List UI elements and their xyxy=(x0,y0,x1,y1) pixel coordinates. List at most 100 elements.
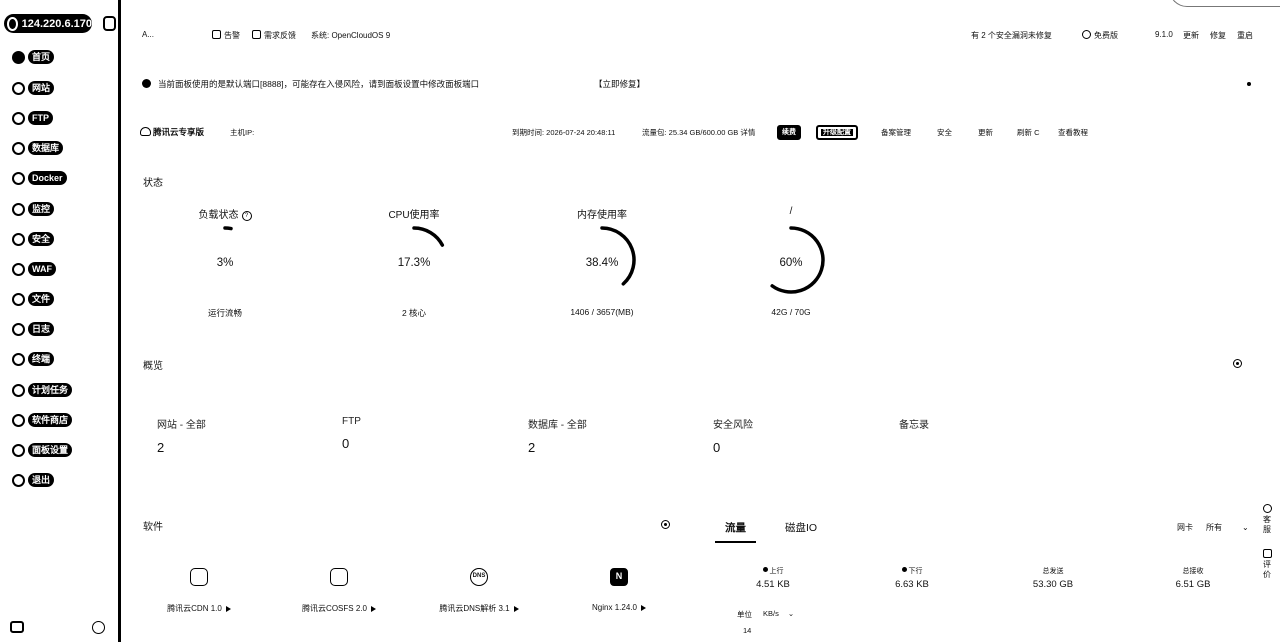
sidebar: 124.220.6.170 首页 网站 FTP 数据库 Docker 监控 安全… xyxy=(0,0,121,642)
software-item[interactable]: N Nginx 1.24.0 xyxy=(564,568,674,612)
top-bar: A... 告警 需求反馈 系统: OpenCloudOS 9 有 2 个安全漏洞… xyxy=(142,30,1262,44)
gear-icon xyxy=(12,443,25,457)
server-ip-badge[interactable]: 124.220.6.170 xyxy=(4,14,92,33)
sidebar-item-label: 文件 xyxy=(28,292,55,306)
software-item[interactable]: 腾讯云COSFS 2.0 xyxy=(284,568,394,614)
load-gauge[interactable]: 负载状态? 3% 运行流畅 xyxy=(165,206,285,318)
server-count-icon[interactable] xyxy=(103,16,116,31)
total-sent-label: 总发送 xyxy=(1042,568,1064,575)
sidebar-item-website[interactable]: 网站 xyxy=(12,79,55,97)
download-label: 下行 xyxy=(908,568,923,575)
upload-label: 上行 xyxy=(769,568,784,575)
upload-value: 4.51 KB xyxy=(756,579,790,590)
cpu-sub: 2 核心 xyxy=(401,308,427,318)
sidebar-item-label: Docker xyxy=(28,171,67,185)
upgrade-label: 升级配置 xyxy=(821,129,853,136)
fix-now-link[interactable]: 【立即修复】 xyxy=(594,78,645,90)
sidebar-item-settings[interactable]: 面板设置 xyxy=(12,441,73,459)
theme-toggle-icon[interactable] xyxy=(92,621,105,634)
overview-websites[interactable]: 网站 - 全部 2 xyxy=(157,416,206,455)
icp-manage-link[interactable]: 备案管理 xyxy=(881,127,911,138)
sidebar-item-database[interactable]: 数据库 xyxy=(12,139,64,157)
tab-traffic[interactable]: 流量 xyxy=(725,520,746,535)
sidebar-item-label: 首页 xyxy=(28,50,55,64)
nic-select[interactable]: 所有 ⌄ xyxy=(1206,522,1249,533)
tutorial-link[interactable]: 查看教程 xyxy=(1058,127,1088,138)
overview-ftp[interactable]: FTP 0 xyxy=(342,416,361,451)
review-icon xyxy=(1262,549,1272,558)
sidebar-item-terminal[interactable]: 终端 xyxy=(12,350,55,368)
sidebar-item-monitor[interactable]: 监控 xyxy=(12,200,55,218)
overview-value: 0 xyxy=(713,440,721,455)
vulnerability-notice[interactable]: 有 2 个安全漏洞未修复 xyxy=(971,30,1052,41)
sidebar-item-security[interactable]: 安全 xyxy=(12,230,55,248)
log-icon xyxy=(12,322,25,336)
play-icon[interactable] xyxy=(513,606,519,612)
cpu-gauge[interactable]: CPU使用率 17.3% 2 核心 xyxy=(354,206,474,318)
docker-icon xyxy=(12,171,25,185)
overview-security-risk[interactable]: 安全风险 0 xyxy=(713,416,753,455)
download-dot-icon xyxy=(901,567,907,572)
security-link[interactable]: 安全 xyxy=(937,127,952,138)
edition-link[interactable]: 免费版 xyxy=(1082,30,1118,41)
host-info-row: 腾讯云专享版 主机IP: 到期时间: 2026-07-24 20:48:11 流… xyxy=(140,125,1270,141)
upload-stat: 上行 4.51 KB xyxy=(733,566,813,590)
support-button[interactable]: 客服 xyxy=(1259,504,1275,535)
sidebar-item-logs[interactable]: 日志 xyxy=(12,320,55,338)
play-icon[interactable] xyxy=(225,606,231,612)
collapse-sidebar-icon[interactable] xyxy=(10,621,24,633)
software-item[interactable]: 腾讯云CDN 1.0 xyxy=(144,568,254,614)
port-warning-banner: 当前面板使用的是默认端口[8888]，可能存在入侵风险，请到面板设置中修改面板端… xyxy=(142,78,1257,92)
nginx-badge: N xyxy=(615,571,623,581)
overview-databases[interactable]: 数据库 - 全部 2 xyxy=(528,416,587,455)
sidebar-item-docker[interactable]: Docker xyxy=(12,169,67,187)
system-info: 系统: OpenCloudOS 9 xyxy=(311,31,391,40)
unit-value: KB/s xyxy=(763,609,779,618)
repair-link[interactable]: 修复 xyxy=(1210,30,1226,41)
play-icon[interactable] xyxy=(640,605,646,611)
sidebar-item-cron[interactable]: 计划任务 xyxy=(12,381,73,399)
download-value: 6.63 KB xyxy=(895,579,929,590)
total-sent-value: 53.30 GB xyxy=(1032,579,1074,590)
nic-label: 网卡 xyxy=(1177,523,1193,532)
dns-icon: DNS xyxy=(470,568,488,586)
sidebar-item-files[interactable]: 文件 xyxy=(12,290,55,308)
update-link[interactable]: 更新 xyxy=(1183,30,1199,41)
overview-memo[interactable]: 备忘录 xyxy=(899,416,929,440)
upgrade-button[interactable]: 升级配置 xyxy=(816,125,858,140)
unit-select[interactable]: KB/s ⌄ xyxy=(763,609,794,618)
help-icon[interactable]: ? xyxy=(241,211,252,221)
shield-icon xyxy=(12,232,25,246)
sidebar-item-waf[interactable]: WAF xyxy=(12,260,56,278)
software-settings-icon[interactable] xyxy=(661,520,670,529)
restart-link[interactable]: 重启 xyxy=(1237,30,1253,41)
total-received-value: 6.51 GB xyxy=(1175,579,1211,590)
load-value: 3% xyxy=(216,257,234,269)
refresh-link[interactable]: 刷新 C xyxy=(1017,127,1040,138)
tab-disk-io[interactable]: 磁盘IO xyxy=(785,520,817,535)
traffic-package[interactable]: 流量包: 25.34 GB/600.00 GB 详情 xyxy=(642,127,755,138)
sidebar-item-label: WAF xyxy=(28,262,56,276)
alert-link[interactable]: 告警 xyxy=(212,30,240,41)
renew-button[interactable]: 续费 xyxy=(777,125,801,140)
floating-toolbar: 客服 评价 xyxy=(1259,500,1275,580)
window-corner xyxy=(1169,0,1280,7)
cos-icon xyxy=(330,568,348,586)
memory-gauge[interactable]: 内存使用率 38.4% 1406 / 3657(MB) xyxy=(542,206,662,317)
software-item[interactable]: DNS 腾讯云DNS解析 3.1 xyxy=(424,568,534,614)
sidebar-item-logout[interactable]: 退出 xyxy=(12,471,55,489)
review-button[interactable]: 评价 xyxy=(1259,549,1275,580)
feedback-link[interactable]: 需求反馈 xyxy=(252,30,296,41)
sidebar-item-home[interactable]: 首页 xyxy=(12,48,55,66)
cpu-title: CPU使用率 xyxy=(388,210,440,221)
load-title: 负载状态 xyxy=(198,210,239,221)
close-banner-icon[interactable] xyxy=(1247,82,1251,86)
sidebar-item-ftp[interactable]: FTP xyxy=(12,109,53,127)
sidebar-item-store[interactable]: 软件商店 xyxy=(12,411,73,429)
overview-settings-icon[interactable] xyxy=(1233,359,1242,368)
disk-gauge[interactable]: / 60% 42G / 70G xyxy=(731,206,851,317)
update-info-link[interactable]: 更新 xyxy=(978,127,993,138)
active-tab-indicator xyxy=(715,541,756,543)
play-icon[interactable] xyxy=(370,606,376,612)
upload-dot-icon xyxy=(762,567,768,572)
